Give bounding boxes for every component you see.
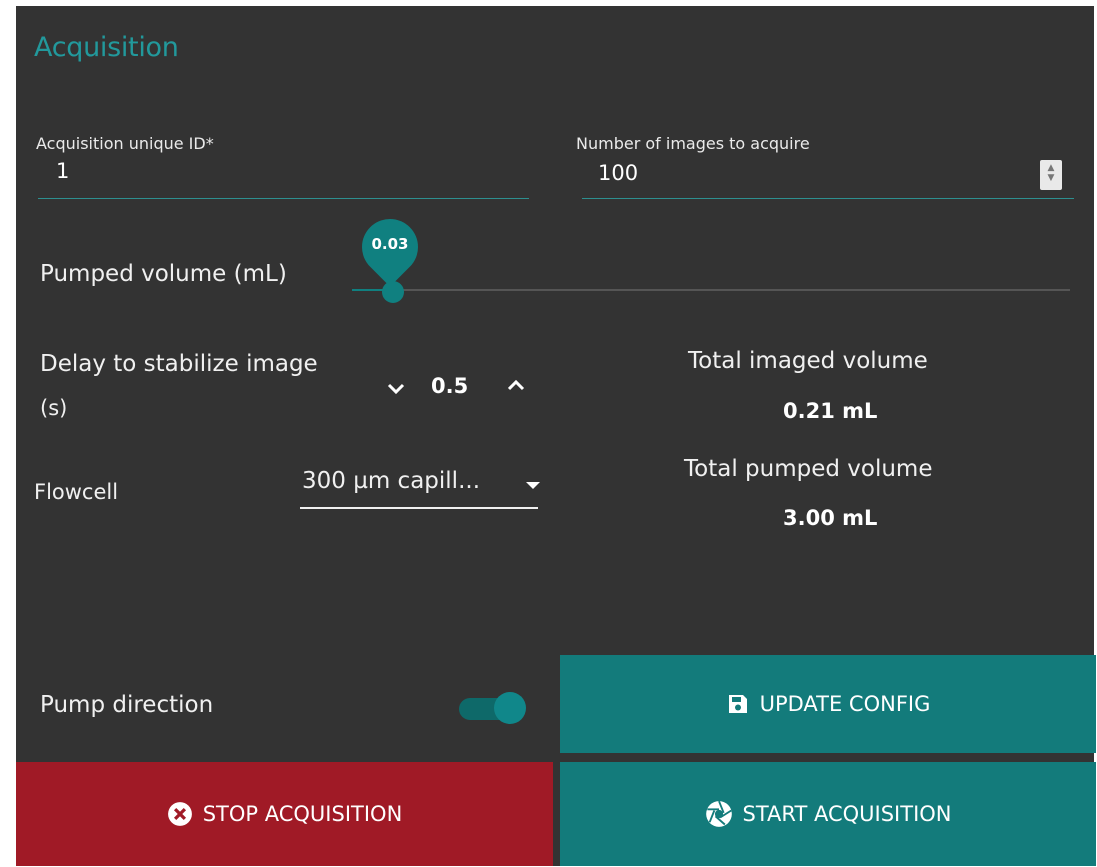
flowcell-select-underline xyxy=(300,507,538,509)
num-images-label: Number of images to acquire xyxy=(576,134,810,153)
spinner-icon[interactable]: ▲ ▼ xyxy=(1040,160,1062,190)
total-pumped-volume-value: 3.00 mL xyxy=(783,506,878,530)
stop-acquisition-button[interactable]: STOP ACQUISITION xyxy=(16,762,553,866)
total-imaged-volume-value: 0.21 mL xyxy=(783,399,878,423)
update-config-label: UPDATE CONFIG xyxy=(759,692,931,716)
acquisition-panel: Acquisition Acquisition unique ID* 1 Num… xyxy=(16,6,1096,866)
close-circle-icon xyxy=(167,802,192,826)
delay-label: Delay to stabilize image xyxy=(40,351,318,377)
panel-title: Acquisition xyxy=(34,32,179,63)
num-images-input[interactable]: 100 xyxy=(598,161,638,185)
stop-acquisition-label: STOP ACQUISITION xyxy=(202,802,403,826)
caret-down-icon[interactable] xyxy=(526,482,540,489)
pumped-volume-value: 0.03 xyxy=(371,235,409,253)
pumped-volume-thumb[interactable] xyxy=(382,281,404,303)
camera-aperture-icon xyxy=(705,800,732,827)
total-pumped-volume-label: Total pumped volume xyxy=(684,456,933,482)
flowcell-select[interactable]: 300 µm capill... xyxy=(302,468,480,494)
acquisition-id-input[interactable]: 1 xyxy=(56,159,69,183)
floppy-disk-icon xyxy=(728,695,747,713)
pumped-volume-label: Pumped volume (mL) xyxy=(40,261,287,287)
chevron-up-icon[interactable] xyxy=(504,374,528,398)
acquisition-id-underline xyxy=(38,198,529,199)
chevron-down-icon[interactable] xyxy=(384,376,408,400)
delay-unit-label: (s) xyxy=(40,396,68,420)
total-imaged-volume-label: Total imaged volume xyxy=(688,348,928,374)
start-acquisition-button[interactable]: START ACQUISITION xyxy=(560,762,1096,866)
num-images-underline xyxy=(582,198,1074,199)
acquisition-id-label: Acquisition unique ID* xyxy=(36,134,214,153)
delay-value[interactable]: 0.5 xyxy=(431,374,468,398)
pumped-volume-track[interactable] xyxy=(352,289,1070,291)
update-config-button[interactable]: UPDATE CONFIG xyxy=(560,655,1096,753)
pump-direction-toggle-knob[interactable] xyxy=(494,692,526,724)
flowcell-label: Flowcell xyxy=(34,480,119,504)
start-acquisition-label: START ACQUISITION xyxy=(742,802,952,826)
pump-direction-label: Pump direction xyxy=(40,692,214,718)
